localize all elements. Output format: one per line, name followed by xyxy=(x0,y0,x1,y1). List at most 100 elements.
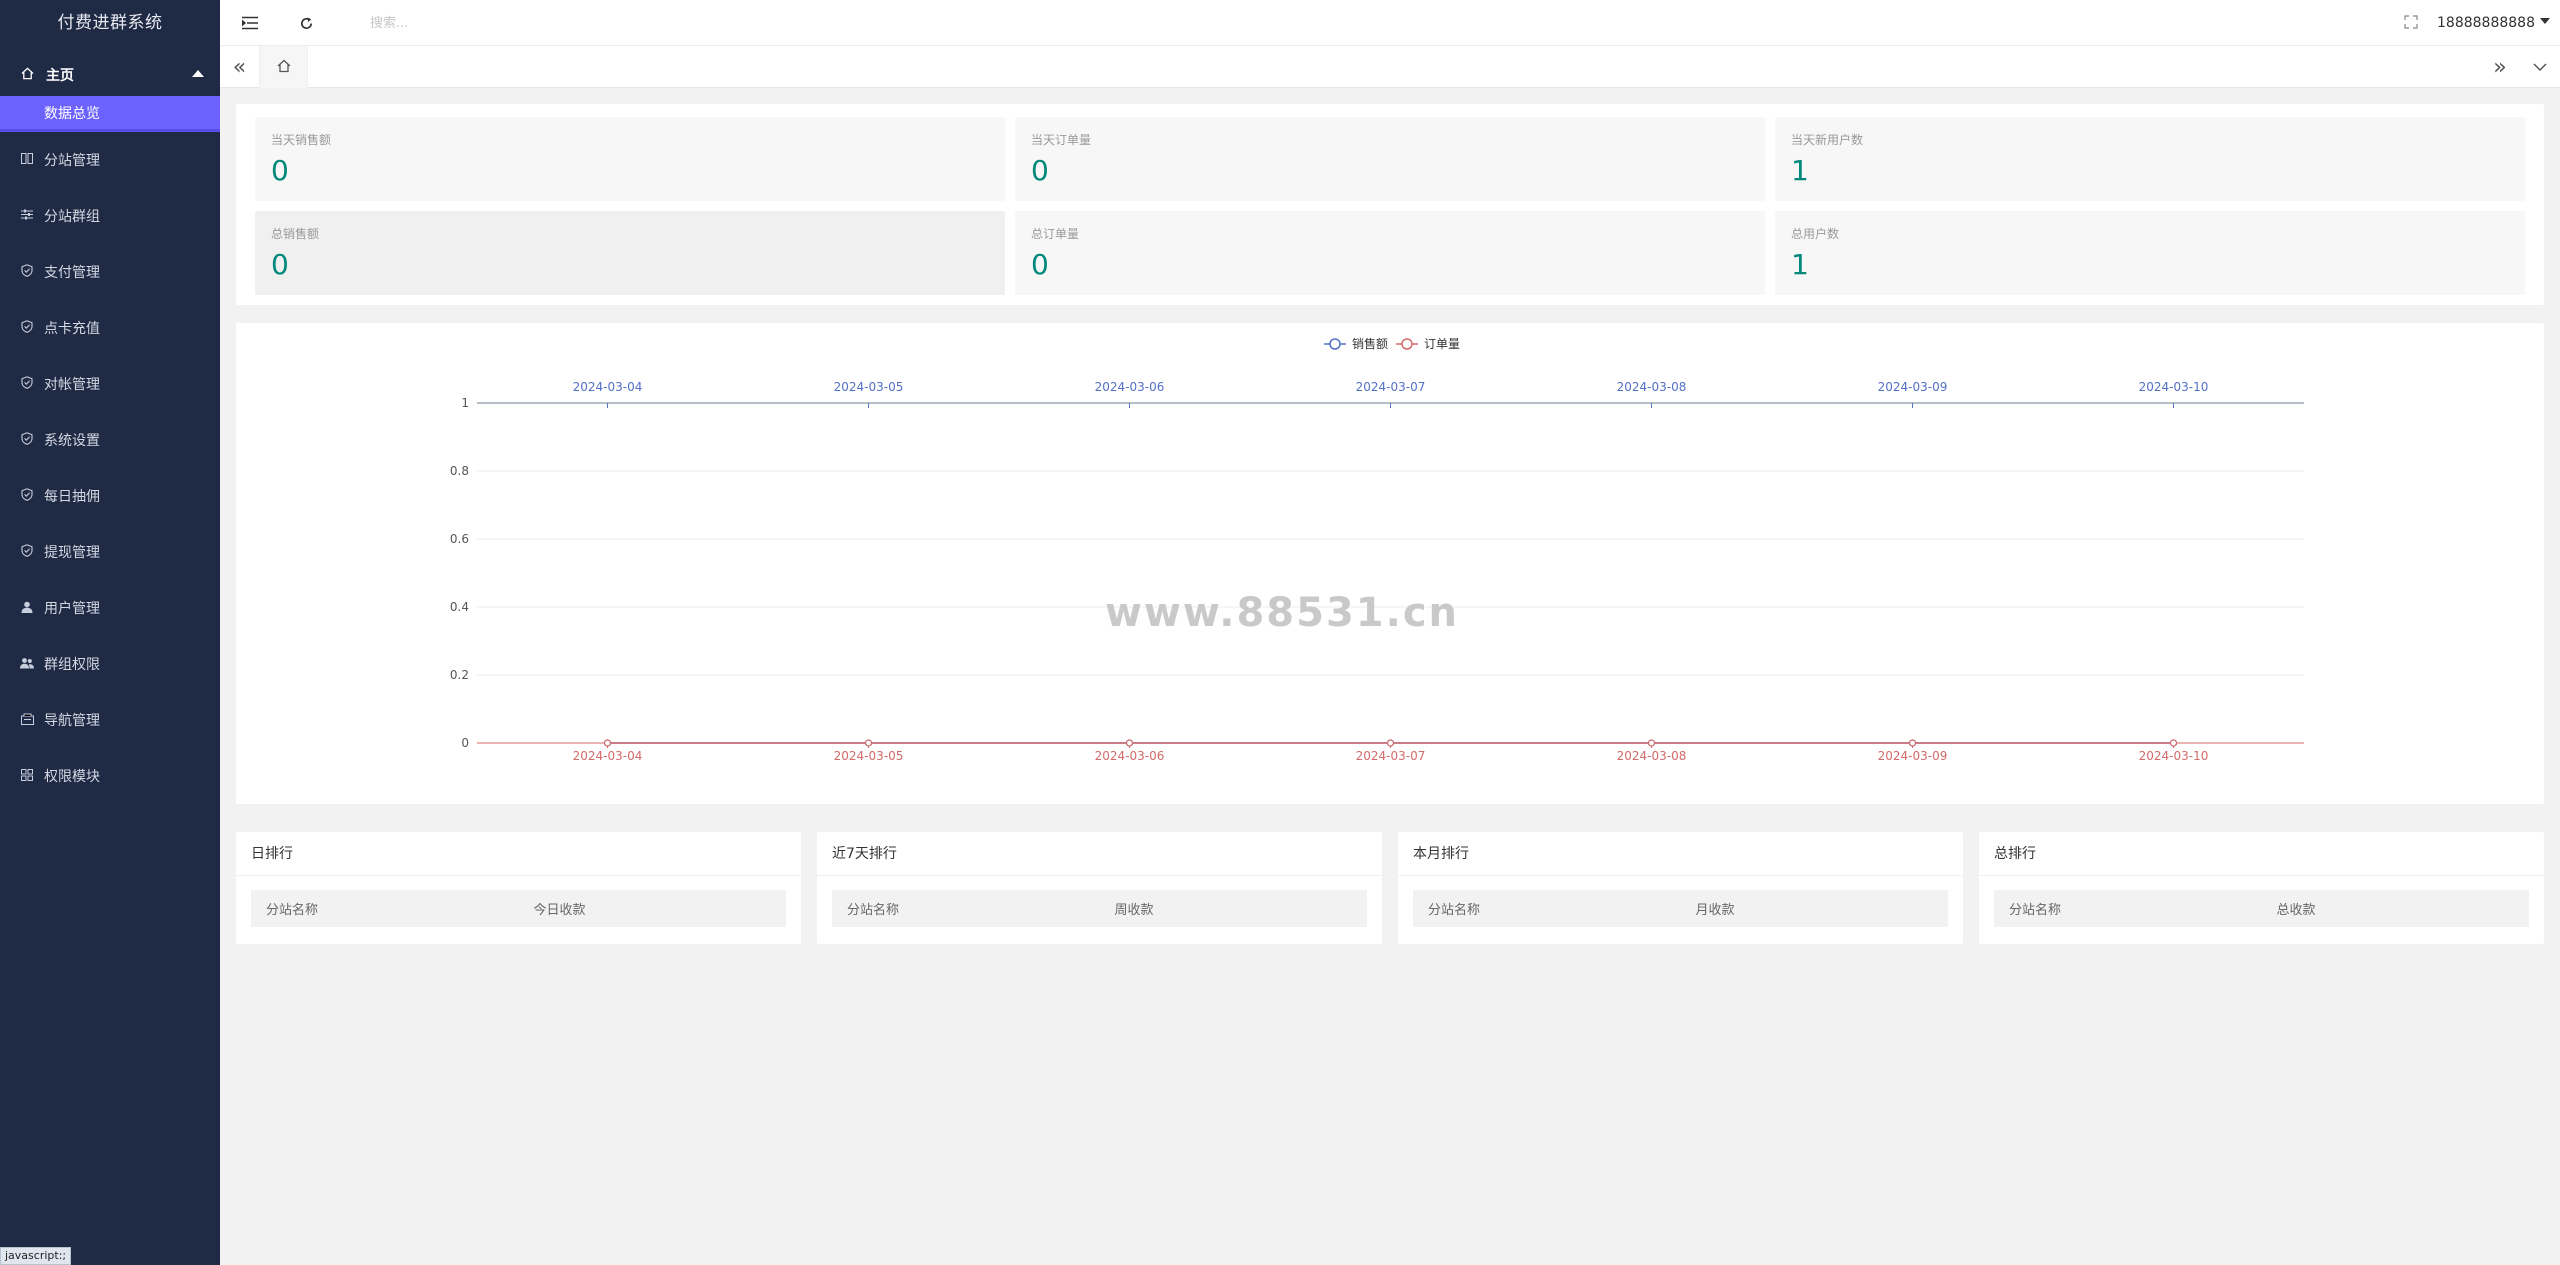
sidebar-item-users[interactable]: 用户管理 xyxy=(0,580,220,636)
tab-scroll-right-icon[interactable]: » xyxy=(2480,46,2520,88)
line-chart: 1 0.8 0.6 0.4 0.2 0 2024-03-04 2024-03-04 2024-0… xyxy=(450,336,2304,763)
home-icon xyxy=(20,66,34,84)
column-header: 分站名称 xyxy=(847,903,900,918)
sidebar-item-label: 分站管理 xyxy=(44,153,100,169)
group-icon xyxy=(20,657,34,672)
legend-label[interactable]: 订单量 xyxy=(1424,337,1460,351)
sidebar-item-label: 支付管理 xyxy=(44,265,100,281)
y-tick-label: 0.8 xyxy=(450,464,469,478)
ranking-table-header: 分站名称 周收款 xyxy=(832,890,1367,927)
topbar: 18888888888 xyxy=(220,0,2560,46)
x-tick-label-top: 2024-03-05 xyxy=(834,380,904,394)
sidebar-item-navigation[interactable]: 导航管理 xyxy=(0,692,220,748)
ranking-card-daily: 日排行分站名称 今日收款 xyxy=(236,832,801,944)
tab-scroll-left-icon[interactable]: « xyxy=(220,46,260,88)
x-tick-label-top: 2024-03-08 xyxy=(1617,380,1687,394)
data-point[interactable] xyxy=(864,739,873,747)
sidebar-item-label: 分站群组 xyxy=(44,209,100,225)
fullscreen-icon[interactable] xyxy=(2402,13,2420,31)
stat-label: 总销售额 xyxy=(271,227,320,241)
column-header: 分站名称 xyxy=(266,903,319,918)
tab-home[interactable] xyxy=(260,46,308,88)
sliders-icon xyxy=(20,209,34,223)
sidebar-item-label: 提现管理 xyxy=(44,545,100,561)
user-menu[interactable]: 18888888888 xyxy=(2437,0,2550,46)
data-point[interactable] xyxy=(2169,739,2178,747)
x-tick-label-top: 2024-03-07 xyxy=(1356,380,1426,394)
sidebar-item-home[interactable]: 主页 xyxy=(0,46,220,104)
sidebar-item-stations[interactable]: 分站管理 xyxy=(0,132,220,188)
legend-label[interactable]: 销售额 xyxy=(1352,336,1388,351)
grid-icon xyxy=(20,768,34,784)
stat-card-total-orders: 总订单量 0 xyxy=(1015,211,1765,295)
data-point[interactable] xyxy=(1386,739,1395,747)
sidebar-item-system-settings[interactable]: 系统设置 xyxy=(0,412,220,468)
tab-bar: « » xyxy=(220,46,2560,88)
ranking-table-header: 分站名称 今日收款 xyxy=(251,890,786,927)
y-tick-label: 0.2 xyxy=(450,668,469,682)
sidebar-item-group-permissions[interactable]: 群组权限 xyxy=(0,636,220,692)
stat-card-today-orders: 当天订单量 0 xyxy=(1015,117,1765,201)
columns-icon xyxy=(20,153,34,167)
stats-panel: 当天销售额 0 当天订单量 0 当天新用户数 1 总销售额 0 总订单量 0 总用户数 1 xyxy=(236,104,2544,305)
sidebar-item-label: 点卡充值 xyxy=(44,321,100,337)
data-point[interactable] xyxy=(1647,739,1656,747)
sidebar-item-permission-modules[interactable]: 权限模块 xyxy=(0,748,220,804)
watermark-text: www.88531.cn xyxy=(1105,590,1459,636)
sidebar-item-label: 对帐管理 xyxy=(44,377,100,393)
x-tick-label-bottom: 2024-03-07 xyxy=(1356,749,1426,763)
ranking-title: 日排行 xyxy=(236,832,801,876)
menu-collapse-icon[interactable] xyxy=(232,0,268,46)
x-tick-label-bottom: 2024-03-04 xyxy=(573,749,643,763)
user-icon xyxy=(20,601,34,616)
sidebar-item-withdrawal[interactable]: 提现管理 xyxy=(0,524,220,580)
sidebar-item-station-groups[interactable]: 分站群组 xyxy=(0,188,220,244)
stat-value: 0 xyxy=(1031,154,1049,187)
sidebar-item-label: 系统设置 xyxy=(44,433,100,449)
stat-card-total-sales: 总销售额 0 xyxy=(255,211,1005,295)
sidebar-item-label: 用户管理 xyxy=(44,601,100,617)
stat-card-today-new-users: 当天新用户数 1 xyxy=(1775,117,2525,201)
y-tick-label: 0 xyxy=(461,736,469,750)
stat-value: 0 xyxy=(1031,248,1049,281)
column-header: 分站名称 xyxy=(1428,903,1481,918)
caret-up-icon[interactable] xyxy=(192,70,204,77)
shield-check-icon xyxy=(20,544,34,560)
tab-options-icon[interactable] xyxy=(2520,46,2560,88)
app-title: 付费进群系统 xyxy=(57,13,163,33)
legend-marker[interactable] xyxy=(1401,338,1413,350)
x-tick-label-bottom: 2024-03-06 xyxy=(1095,749,1165,763)
x-tick-label-top: 2024-03-10 xyxy=(2139,380,2209,394)
data-point[interactable] xyxy=(1908,739,1917,747)
data-point[interactable] xyxy=(603,739,612,747)
stat-card-today-sales: 当天销售额 0 xyxy=(255,117,1005,201)
rankings: 日排行 分站名称 今日收款 近7天排行 分站名称 周收款 本月排行 分站名称 月收款 总排行 分站名… xyxy=(236,832,2544,944)
shield-check-icon xyxy=(20,488,34,504)
shield-check-icon xyxy=(20,376,34,392)
stat-value: 1 xyxy=(1791,248,1809,281)
sidebar: 付费进群系统 主页 数据总览 分站管理 分站群组 支付管理 点卡充值 对帐管理 系统设置每… xyxy=(0,0,220,1265)
username: 18888888888 xyxy=(2437,15,2535,31)
y-tick-label: 0.6 xyxy=(450,532,469,546)
ranking-card-monthly: 本月排行 分站名称 月收款 xyxy=(1398,832,1963,944)
legend-marker[interactable] xyxy=(1329,338,1341,350)
stat-value: 0 xyxy=(271,248,289,281)
x-tick-label-bottom: 2024-03-10 xyxy=(2139,749,2209,763)
sidebar-item-label: 权限模块 xyxy=(44,769,100,785)
chevron-down-icon xyxy=(2540,18,2550,24)
ranking-card-weekly: 近7天排行 分站名称 周收款 xyxy=(817,832,1382,944)
sidebar-item-label: 群组权限 xyxy=(44,657,100,673)
sidebar-item-label: 导航管理 xyxy=(44,713,100,729)
sidebar-item-reconciliation[interactable]: 对帐管理 xyxy=(0,356,220,412)
sidebar-item-payment[interactable]: 支付管理 xyxy=(0,244,220,300)
sidebar-item-card-recharge[interactable]: 点卡充值 xyxy=(0,300,220,356)
search-input[interactable] xyxy=(370,10,770,36)
refresh-icon[interactable] xyxy=(288,0,324,46)
x-tick-label-bottom: 2024-03-09 xyxy=(1878,749,1948,763)
data-point[interactable] xyxy=(1125,739,1134,747)
y-tick-label: 0.4 xyxy=(450,600,469,614)
sidebar-item-daily-commission[interactable]: 每日抽佣 xyxy=(0,468,220,524)
stat-value: 1 xyxy=(1791,154,1809,187)
ranking-table-header: 分站名称 月收款 xyxy=(1413,890,1948,927)
status-bar: javascript:; xyxy=(0,1247,72,1265)
